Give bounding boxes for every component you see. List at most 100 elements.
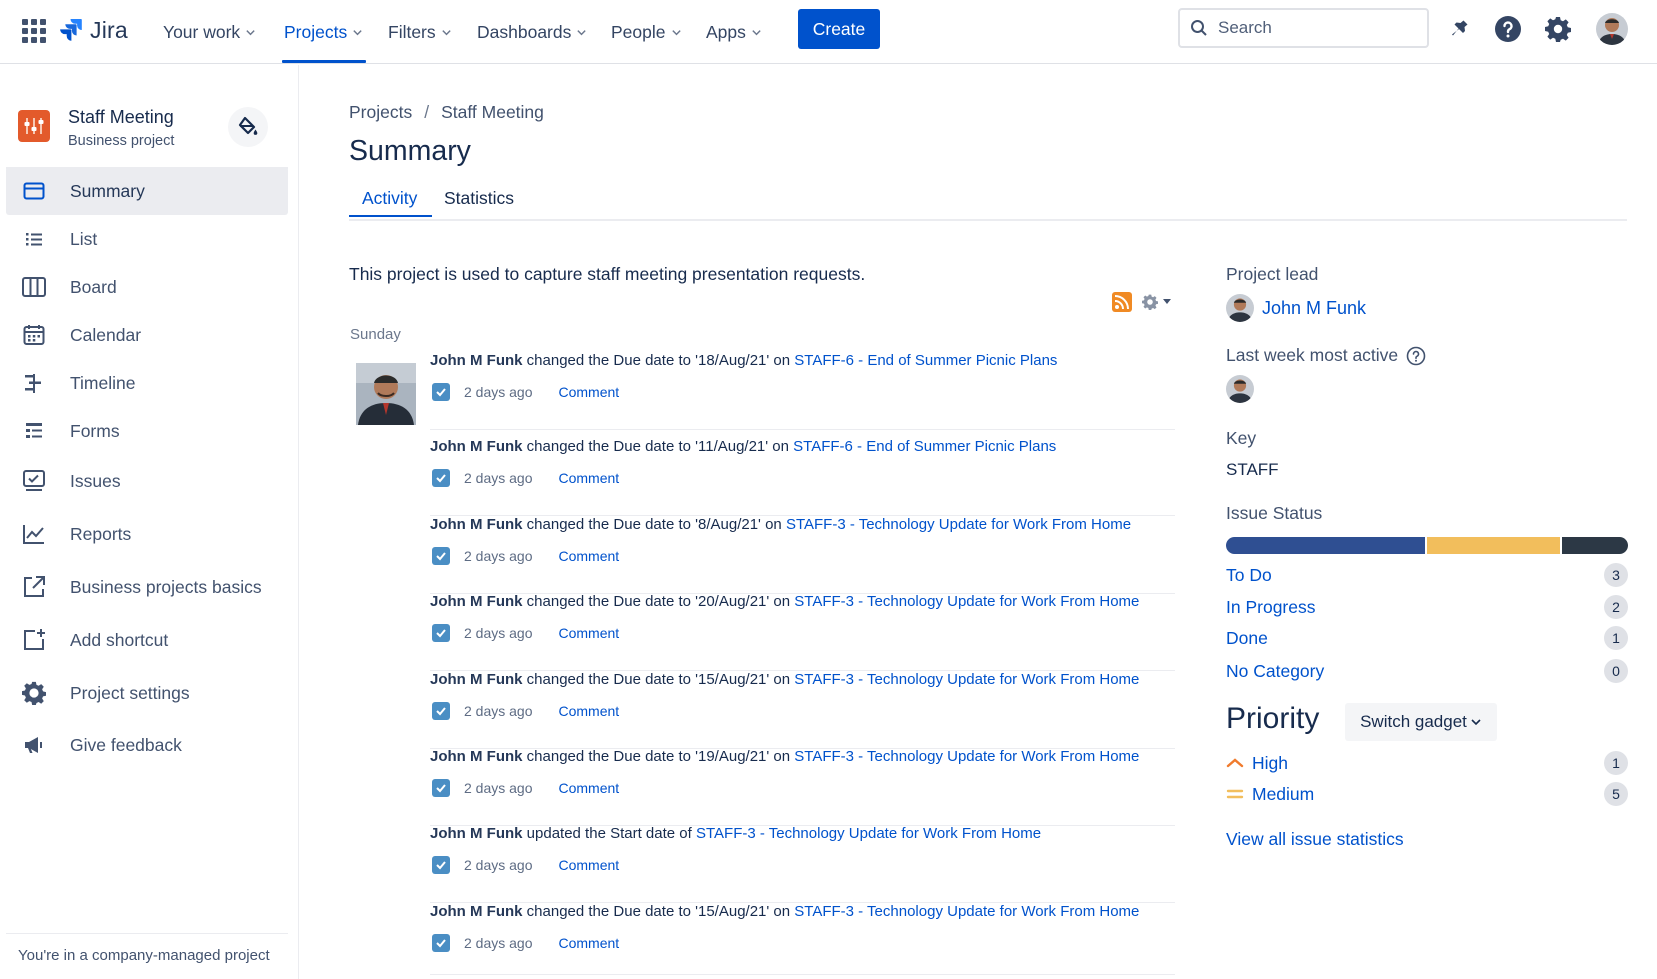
reports-icon (22, 522, 46, 546)
activity-time: 2 days ago (464, 384, 533, 400)
tabs-divider (349, 219, 1627, 221)
task-checkbox-icon (432, 779, 450, 797)
status-link[interactable]: Done (1226, 628, 1268, 649)
status-link[interactable]: No Category (1226, 661, 1324, 682)
activity-author[interactable]: John M Funk (430, 748, 523, 765)
activity-issue-link[interactable]: STAFF-3 - Technology Update for Work Fro… (794, 671, 1139, 688)
priority-link[interactable]: Medium (1252, 784, 1314, 805)
nav-filters[interactable]: Filters (388, 16, 452, 48)
notifications-icon[interactable] (1444, 14, 1474, 44)
comment-link[interactable]: Comment (559, 470, 620, 486)
sidebar-item-issues[interactable]: Issues (6, 457, 288, 505)
comment-link[interactable]: Comment (559, 857, 620, 873)
status-bar-segment[interactable] (1226, 537, 1425, 554)
activity-issue-link[interactable]: STAFF-3 - Technology Update for Work Fro… (786, 516, 1131, 533)
tab-statistics[interactable]: Statistics (444, 188, 514, 209)
activity-issue-link[interactable]: STAFF-3 - Technology Update for Work Fro… (794, 903, 1139, 920)
add-shortcut-icon (22, 628, 46, 652)
nav-projects[interactable]: Projects (284, 16, 363, 48)
sidebar-item-calendar[interactable]: Calendar (6, 311, 288, 359)
activity-author[interactable]: John M Funk (430, 593, 523, 610)
activity-issue-link[interactable]: STAFF-3 - Technology Update for Work Fro… (794, 593, 1139, 610)
help-circle-icon[interactable] (1406, 346, 1426, 366)
sidebar-item-add-shortcut[interactable]: Add shortcut (6, 616, 288, 664)
sidebar-item-give-feedback[interactable]: Give feedback (6, 721, 288, 769)
status-bar-segment[interactable] (1561, 537, 1628, 554)
activity-meta: 2 days ago Comment (432, 383, 619, 401)
priority-count: 5 (1604, 782, 1628, 806)
sidebar-item-list[interactable]: List (6, 215, 288, 263)
project-name[interactable]: Staff Meeting (68, 107, 174, 128)
priority-link[interactable]: High (1252, 753, 1288, 774)
comment-link[interactable]: Comment (559, 548, 620, 564)
sidebar-item-reports[interactable]: Reports (6, 510, 288, 558)
activity-issue-link[interactable]: STAFF-3 - Technology Update for Work Fro… (696, 825, 1041, 842)
sidebar-item-forms[interactable]: Forms (6, 407, 288, 455)
activity-author-avatar[interactable] (356, 363, 416, 425)
jira-logo[interactable]: Jira (58, 14, 128, 46)
issue-status-bar[interactable] (1226, 537, 1628, 554)
chevron-down-icon (577, 30, 587, 36)
settings-gear-icon[interactable] (1543, 14, 1573, 44)
breadcrumb: Projects / Staff Meeting (349, 102, 544, 123)
activity-issue-link[interactable]: STAFF-6 - End of Summer Picnic Plans (793, 438, 1056, 455)
comment-link[interactable]: Comment (559, 935, 620, 951)
activity-author[interactable]: John M Funk (430, 438, 523, 455)
activity-action: changed the Due date to '15/Aug/21' on (522, 903, 795, 920)
status-link[interactable]: To Do (1226, 565, 1272, 586)
feed-settings-dropdown[interactable] (1142, 294, 1172, 310)
chevron-down-icon (441, 30, 451, 36)
status-link[interactable]: In Progress (1226, 597, 1315, 618)
activity-author[interactable]: John M Funk (430, 903, 523, 920)
activity-action: updated the Start date of (522, 825, 696, 842)
activity-action: changed the Due date to '20/Aug/21' on (522, 593, 795, 610)
breadcrumb-staff-meeting[interactable]: Staff Meeting (441, 102, 544, 123)
switch-gadget-dropdown[interactable]: Switch gadget (1345, 703, 1497, 741)
issue-status-label: Issue Status (1226, 503, 1323, 523)
nav-dashboards[interactable]: Dashboards (477, 16, 587, 48)
activity-author[interactable]: John M Funk (430, 516, 523, 533)
activity-meta: 2 days ago Comment (432, 934, 619, 952)
activity-issue-link[interactable]: STAFF-6 - End of Summer Picnic Plans (794, 352, 1057, 369)
project-type-footer[interactable]: You're in a company-managed project (18, 947, 270, 964)
task-checkbox-icon (432, 383, 450, 401)
nav-people[interactable]: People (611, 16, 682, 48)
nav-apps[interactable]: Apps (706, 16, 762, 48)
comment-link[interactable]: Comment (559, 384, 620, 400)
breadcrumb-projects[interactable]: Projects (349, 102, 412, 123)
status-bar-segment[interactable] (1427, 537, 1560, 554)
comment-link[interactable]: Comment (559, 780, 620, 796)
rss-feed-icon[interactable] (1112, 292, 1132, 312)
issues-icon (22, 469, 46, 493)
comment-link[interactable]: Comment (559, 625, 620, 641)
user-avatar[interactable] (1596, 13, 1628, 45)
sidebar-item-project-settings[interactable]: Project settings (6, 669, 288, 717)
sidebar-item-summary[interactable]: Summary (6, 167, 288, 215)
project-lead-avatar[interactable] (1226, 294, 1254, 322)
activity-author[interactable]: John M Funk (430, 352, 523, 369)
app-switcher-icon[interactable] (20, 17, 46, 43)
activity-author[interactable]: John M Funk (430, 671, 523, 688)
activity-author[interactable]: John M Funk (430, 825, 523, 842)
sidebar-item-timeline[interactable]: Timeline (6, 359, 288, 407)
comment-link[interactable]: Comment (559, 703, 620, 719)
sidebar-item-label: Summary (70, 180, 145, 201)
paint-bucket-icon[interactable] (228, 107, 268, 147)
create-button[interactable]: Create (798, 9, 880, 49)
tab-activity[interactable]: Activity (362, 188, 417, 209)
nav-label: Projects (284, 21, 348, 42)
sidebar-item-board[interactable]: Board (6, 263, 288, 311)
search-box[interactable] (1178, 8, 1429, 48)
sidebar-item-business-projects-basics[interactable]: Business projects basics (6, 563, 288, 611)
summary-icon (22, 179, 46, 203)
project-avatar[interactable] (18, 110, 50, 142)
nav-your-work[interactable]: Your work (163, 16, 256, 48)
search-input[interactable] (1218, 18, 1408, 38)
most-active-user-avatar[interactable] (1226, 375, 1254, 403)
view-all-issue-statistics-link[interactable]: View all issue statistics (1226, 829, 1404, 850)
task-checkbox-icon (432, 934, 450, 952)
project-lead-name[interactable]: John M Funk (1262, 298, 1366, 319)
activity-issue-link[interactable]: STAFF-3 - Technology Update for Work Fro… (794, 748, 1139, 765)
sidebar-item-label: Reports (70, 523, 132, 544)
help-icon[interactable] (1493, 14, 1523, 44)
